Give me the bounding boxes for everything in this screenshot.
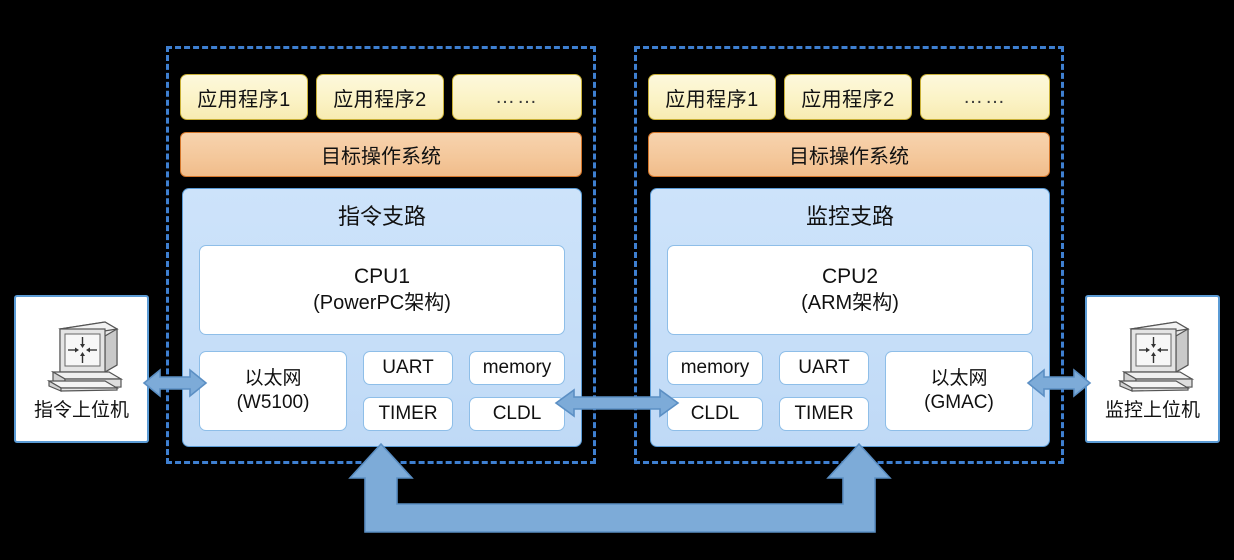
left-app-2-label: 应用程序2 — [333, 88, 427, 111]
left-host-connector-arrow — [142, 366, 208, 400]
left-branch-title: 指令支路 — [337, 204, 426, 229]
right-timer-label: TIMER — [794, 402, 854, 424]
inter-branch-connector-arrow — [554, 386, 680, 420]
left-memory-label: memory — [482, 356, 552, 378]
right-branch-title: 监控支路 — [805, 204, 894, 229]
computer-workstation-icon — [1117, 320, 1194, 392]
right-uart-label: UART — [798, 356, 850, 378]
diagram-canvas: 指令上位机 监控上位机 应用程序1 应用程序2 …… 目标操作系统 指令支路 C… — [0, 0, 1234, 560]
left-uart-box: UART — [363, 351, 453, 385]
left-app-1: 应用程序1 — [180, 74, 308, 120]
right-app-2-label: 应用程序2 — [801, 88, 895, 111]
left-os-bar: 目标操作系统 — [180, 132, 582, 177]
left-cpu-box: CPU1 (PowerPC架构) — [199, 245, 565, 335]
right-cldl-box: CLDL — [667, 397, 763, 431]
right-host-label: 监控上位机 — [1104, 399, 1200, 421]
right-app-1-label: 应用程序1 — [665, 88, 759, 111]
right-os-label: 目标操作系统 — [789, 146, 909, 168]
right-host-connector-arrow — [1026, 366, 1092, 400]
right-app-1: 应用程序1 — [648, 74, 776, 120]
bottom-branch-link-arrow — [340, 442, 900, 548]
left-cldl-box: CLDL — [469, 397, 565, 431]
left-uart-label: UART — [382, 356, 434, 378]
left-timer-box: TIMER — [363, 397, 453, 431]
left-cpu-name: CPU1 — [353, 264, 411, 288]
left-os-label: 目标操作系统 — [321, 146, 441, 168]
right-ethernet-chip: (GMAC) — [924, 392, 994, 413]
left-app-more-label: …… — [495, 85, 539, 108]
right-memory-box: memory — [667, 351, 763, 385]
left-ethernet-name: 以太网 — [244, 367, 302, 389]
left-memory-box: memory — [469, 351, 565, 385]
right-ethernet-name: 以太网 — [930, 367, 988, 389]
right-cldl-label: CLDL — [690, 402, 740, 424]
right-app-2: 应用程序2 — [784, 74, 912, 120]
right-uart-box: UART — [779, 351, 869, 385]
right-cpu-arch: (ARM架构) — [801, 291, 899, 314]
left-ethernet-box: 以太网 (W5100) — [199, 351, 347, 431]
left-app-more: …… — [452, 74, 582, 120]
left-host-label: 指令上位机 — [33, 399, 129, 421]
left-cpu-arch: (PowerPC架构) — [313, 291, 451, 314]
right-ethernet-box: 以太网 (GMAC) — [885, 351, 1033, 431]
right-host-box: 监控上位机 — [1085, 295, 1220, 443]
left-ethernet-chip: (W5100) — [236, 392, 310, 413]
right-cpu-name: CPU2 — [821, 264, 879, 288]
right-cpu-box: CPU2 (ARM架构) — [667, 245, 1033, 335]
right-os-bar: 目标操作系统 — [648, 132, 1050, 177]
left-host-box: 指令上位机 — [14, 295, 149, 443]
right-app-more: …… — [920, 74, 1050, 120]
left-app-1-label: 应用程序1 — [197, 88, 291, 111]
right-timer-box: TIMER — [779, 397, 869, 431]
computer-workstation-icon — [46, 320, 123, 392]
right-app-more-label: …… — [963, 85, 1007, 108]
left-cldl-label: CLDL — [492, 402, 542, 424]
left-timer-label: TIMER — [378, 402, 438, 424]
left-app-2: 应用程序2 — [316, 74, 444, 120]
right-memory-label: memory — [680, 356, 750, 378]
